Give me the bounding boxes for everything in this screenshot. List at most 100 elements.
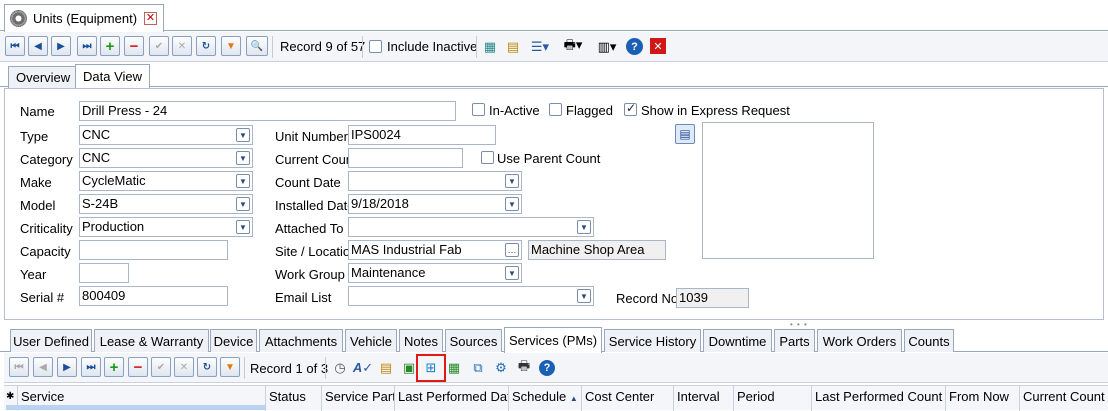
detail-tab-bar: User Defined Lease & Warranty Device Att…: [0, 326, 1108, 353]
chevron-down-icon[interactable]: ▼: [236, 220, 250, 234]
column-current-count[interactable]: Current Count: [1020, 386, 1108, 411]
clock-icon[interactable]: ◷: [331, 359, 349, 377]
attached-to-select[interactable]: ▼: [348, 217, 594, 237]
spell-check-icon[interactable]: A✓: [353, 359, 373, 377]
print-icon[interactable]: 🖶: [515, 358, 533, 377]
column-interval[interactable]: Interval: [674, 386, 734, 411]
tree-view-icon[interactable]: ▦: [481, 38, 499, 56]
last-service-button[interactable]: ⏭: [81, 357, 101, 377]
make-select[interactable]: CycleMatic ▼: [79, 171, 253, 191]
installed-date-picker[interactable]: 9/18/2018 ▼: [348, 194, 522, 214]
next-record-button[interactable]: ▶: [51, 36, 71, 56]
filter-button[interactable]: ▼: [221, 36, 241, 56]
barcode-menu-icon[interactable]: ▥▾: [594, 38, 620, 56]
picture-edit-icon[interactable]: ▤: [675, 124, 695, 144]
add-service-button[interactable]: +: [104, 357, 124, 377]
units-equipment-tab[interactable]: Units (Equipment) ✕: [4, 4, 164, 32]
cancel-edit-button[interactable]: ✕: [172, 36, 192, 56]
column-schedule[interactable]: Schedule ▲: [509, 386, 582, 411]
tab-work-orders[interactable]: Work Orders: [817, 329, 902, 352]
help-icon[interactable]: ?: [539, 360, 555, 376]
search-button[interactable]: 🔍: [246, 36, 268, 56]
delete-service-button[interactable]: −: [128, 357, 148, 377]
unit-picture-box[interactable]: [702, 122, 874, 259]
year-field[interactable]: [79, 263, 129, 283]
include-inactive-checkbox[interactable]: [369, 40, 382, 53]
work-group-select[interactable]: Maintenance ▼: [348, 263, 522, 283]
site-location-field[interactable]: MAS Industrial Fab…: [348, 240, 522, 260]
tab-overview[interactable]: Overview: [8, 66, 79, 88]
actions-menu-icon[interactable]: ☰▾: [528, 38, 552, 56]
chevron-down-icon[interactable]: ▼: [505, 197, 519, 211]
add-record-button[interactable]: +: [100, 36, 120, 56]
column-last-performed-date[interactable]: Last Performed Date: [395, 386, 509, 411]
tab-device[interactable]: Device: [210, 329, 257, 352]
last-record-button[interactable]: ⏭: [77, 36, 97, 56]
copy-icon[interactable]: ⧉: [469, 359, 487, 377]
model-select[interactable]: S-24B ▼: [79, 194, 253, 214]
serial-field[interactable]: 800409: [79, 286, 228, 306]
chevron-down-icon[interactable]: ▼: [236, 128, 250, 142]
tab-attachments[interactable]: Attachments: [259, 329, 343, 352]
column-service-part[interactable]: Service Part: [322, 386, 395, 411]
first-service-button[interactable]: ⏮: [9, 357, 29, 377]
tab-parts[interactable]: Parts: [774, 329, 815, 352]
chevron-down-icon[interactable]: ▼: [236, 151, 250, 165]
name-field[interactable]: Drill Press - 24: [79, 101, 456, 121]
filter-services-button[interactable]: ▼: [220, 357, 240, 377]
selected-row[interactable]: [6, 405, 266, 410]
chevron-down-icon[interactable]: ▼: [505, 174, 519, 188]
chevron-down-icon[interactable]: ▼: [236, 174, 250, 188]
email-list-select[interactable]: ▼: [348, 286, 594, 306]
tab-downtime[interactable]: Downtime: [703, 329, 772, 352]
help-icon[interactable]: ?: [626, 38, 643, 55]
ellipsis-icon[interactable]: …: [505, 243, 519, 257]
refresh-button[interactable]: ↻: [196, 36, 216, 56]
first-record-button[interactable]: ⏮: [5, 36, 25, 56]
column-last-performed-count[interactable]: Last Performed Count: [812, 386, 946, 411]
inactive-checkbox[interactable]: [472, 103, 485, 116]
tab-counts[interactable]: Counts: [904, 329, 954, 352]
tab-vehicle[interactable]: Vehicle: [345, 329, 397, 352]
save-service-button[interactable]: ✔: [151, 357, 171, 377]
settings-icon[interactable]: ⚙: [492, 359, 510, 377]
express-request-checkbox[interactable]: [624, 101, 637, 116]
tab-sources[interactable]: Sources: [445, 329, 502, 352]
column-status[interactable]: Status: [266, 386, 322, 411]
refresh-services-button[interactable]: ↻: [197, 357, 217, 377]
column-from-now[interactable]: From Now: [946, 386, 1020, 411]
flagged-checkbox[interactable]: [549, 103, 562, 116]
print-menu-icon[interactable]: 🖶▾: [560, 37, 586, 56]
tab-user-defined[interactable]: User Defined: [10, 329, 92, 352]
delete-record-button[interactable]: −: [124, 36, 144, 56]
chevron-down-icon[interactable]: ▼: [505, 266, 519, 280]
tab-data-view[interactable]: Data View: [75, 64, 151, 88]
tab-services-pms[interactable]: Services (PMs): [504, 327, 602, 353]
unit-number-field[interactable]: IPS0024: [348, 125, 496, 145]
chevron-down-icon[interactable]: ▼: [577, 220, 591, 234]
category-select[interactable]: CNC ▼: [79, 148, 253, 168]
save-record-button[interactable]: ✔: [149, 36, 169, 56]
criticality-select[interactable]: Production ▼: [79, 217, 253, 237]
close-icon[interactable]: ✕: [650, 38, 666, 54]
next-service-button[interactable]: ▶: [57, 357, 77, 377]
close-tab-icon[interactable]: ✕: [144, 12, 157, 25]
previous-service-button[interactable]: ◀: [33, 357, 53, 377]
tab-lease-warranty[interactable]: Lease & Warranty: [94, 329, 209, 352]
tab-notes[interactable]: Notes: [399, 329, 443, 352]
approve-icon[interactable]: ▦: [445, 359, 463, 377]
tab-service-history[interactable]: Service History: [604, 329, 701, 352]
cancel-service-button[interactable]: ✕: [174, 357, 194, 377]
grid-edit-icon[interactable]: ▤: [504, 38, 522, 56]
current-count-field[interactable]: [348, 148, 463, 168]
count-date-picker[interactable]: ▼: [348, 171, 522, 191]
chevron-down-icon[interactable]: ▼: [577, 289, 591, 303]
previous-record-button[interactable]: ◀: [28, 36, 48, 56]
schedule-icon[interactable]: ▤: [377, 359, 395, 377]
chevron-down-icon[interactable]: ▼: [236, 197, 250, 211]
capacity-field[interactable]: [79, 240, 228, 260]
column-cost-center[interactable]: Cost Center: [582, 386, 674, 411]
use-parent-count-checkbox[interactable]: [481, 151, 494, 164]
column-period[interactable]: Period: [734, 386, 812, 411]
type-select[interactable]: CNC ▼: [79, 125, 253, 145]
